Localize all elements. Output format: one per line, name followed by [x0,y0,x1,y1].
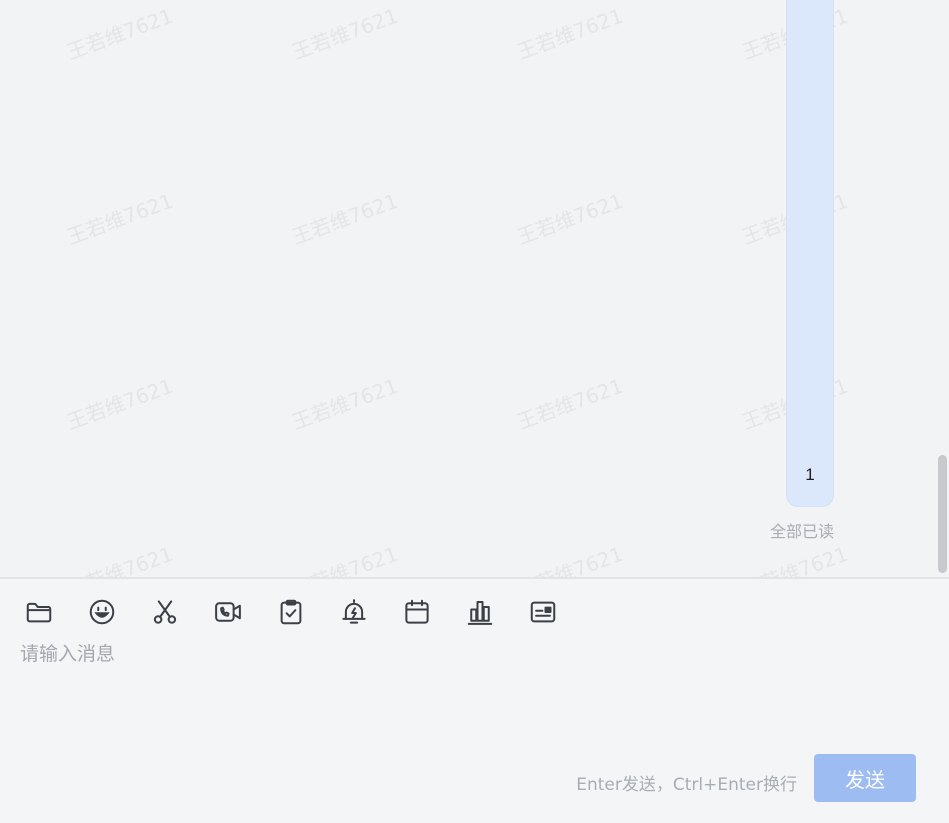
watermark: 王若维7621 [513,373,627,435]
clipboard-check-icon[interactable] [274,594,337,630]
bar-chart-icon[interactable] [463,594,526,630]
emoji-icon[interactable] [85,594,148,630]
message-bubble[interactable]: 1 [786,0,834,507]
calendar-icon[interactable] [400,594,463,630]
watermark: 王若维7621 [63,373,177,435]
watermark: 王若维7621 [738,541,852,578]
watermark: 王若维7621 [288,541,402,578]
message-input[interactable] [20,639,920,749]
watermark: 王若维7621 [63,541,177,578]
message-list[interactable]: 王若维7621 王若维7621 王若维7621 王若维7621 王若维7621 … [0,0,949,578]
send-button[interactable]: 发送 [814,754,916,802]
composer: Enter发送，Ctrl+Enter换行 发送 [0,579,949,823]
watermark: 王若维7621 [513,188,627,250]
alarm-bell-icon[interactable] [337,594,400,630]
scrollbar[interactable] [935,0,949,578]
watermark: 王若维7621 [288,188,402,250]
watermark: 王若维7621 [513,541,627,578]
watermark: 王若维7621 [63,188,177,250]
send-shortcut-hint: Enter发送，Ctrl+Enter换行 [576,775,797,795]
scrollbar-thumb[interactable] [938,455,947,573]
watermark: 王若维7621 [63,3,177,65]
card-icon[interactable] [526,594,589,630]
read-status: 全部已读 [769,522,834,541]
watermark: 王若维7621 [288,373,402,435]
message-text: 1 [805,465,815,484]
composer-toolbar [22,594,589,630]
folder-icon[interactable] [22,594,85,630]
watermark: 王若维7621 [513,3,627,65]
scissors-icon[interactable] [148,594,211,630]
video-call-icon[interactable] [211,594,274,630]
watermark: 王若维7621 [288,3,402,65]
